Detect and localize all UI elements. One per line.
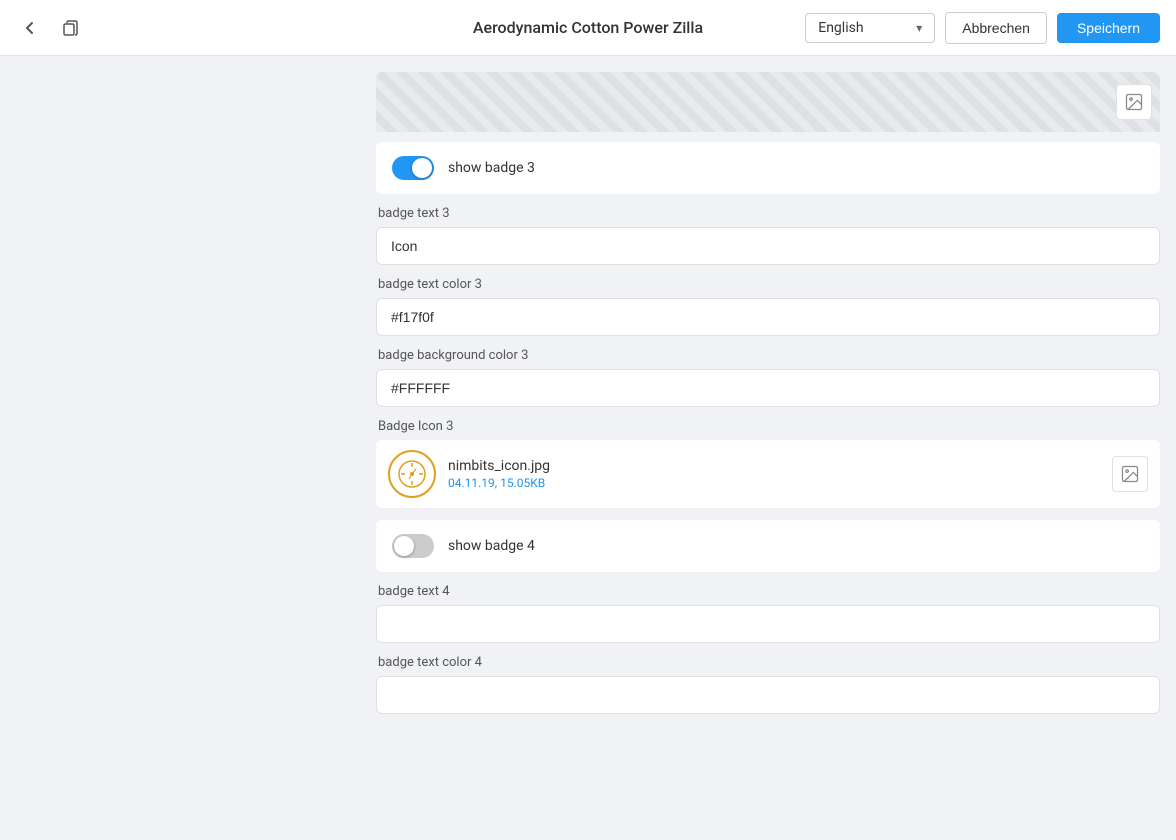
- language-selector[interactable]: English ▾: [805, 13, 935, 43]
- badge-text-color3-label: badge text color 3: [376, 277, 1160, 292]
- badge-icon3-filesize: 04.11.19, 15.05KB: [448, 476, 1112, 490]
- back-button[interactable]: [16, 14, 44, 42]
- toggle-knob-4: [394, 536, 414, 556]
- show-badge4-label: show badge 4: [448, 538, 535, 554]
- image-placeholder: [376, 72, 1160, 132]
- badge-text3-input[interactable]: [376, 227, 1160, 265]
- badge-text3-group: badge text 3: [376, 206, 1160, 265]
- badge-text4-input[interactable]: [376, 605, 1160, 643]
- sidebar: [0, 56, 360, 840]
- badge-text-color3-input[interactable]: [376, 298, 1160, 336]
- badge-text-color3-group: badge text color 3: [376, 277, 1160, 336]
- badge-icon3-upload-button[interactable]: [1112, 456, 1148, 492]
- chevron-down-icon: ▾: [916, 21, 922, 35]
- badge-text3-label: badge text 3: [376, 206, 1160, 221]
- show-badge4-toggle-row: show badge 4: [376, 520, 1160, 572]
- badge-text4-label: badge text 4: [376, 584, 1160, 599]
- navbar-right: English ▾ Abbrechen Speichern: [805, 12, 1160, 44]
- toggle-knob: [412, 158, 432, 178]
- badge-icon3-label: Badge Icon 3: [376, 419, 1160, 434]
- cancel-button[interactable]: Abbrechen: [945, 12, 1047, 44]
- show-badge4-toggle[interactable]: [392, 534, 434, 558]
- badge-icon3-file-info: nimbits_icon.jpg 04.11.19, 15.05KB: [448, 458, 1112, 490]
- badge-bg-color3-input[interactable]: [376, 369, 1160, 407]
- main-content: show badge 3 badge text 3 badge text col…: [360, 56, 1176, 840]
- badge-bg-color3-group: badge background color 3: [376, 348, 1160, 407]
- show-badge3-toggle-row: show badge 3: [376, 142, 1160, 194]
- duplicate-button[interactable]: [56, 14, 84, 42]
- badge-text-color4-group: badge text color 4: [376, 655, 1160, 714]
- badge-icon3-group: Badge Icon 3 nimbits_icon.jpg 04.11.19, …: [376, 419, 1160, 508]
- badge-text-color4-input[interactable]: [376, 676, 1160, 714]
- language-label: English: [818, 20, 863, 36]
- navbar-left: [16, 14, 84, 42]
- show-badge3-toggle[interactable]: [392, 156, 434, 180]
- badge-icon3-filename: nimbits_icon.jpg: [448, 458, 1112, 474]
- badge-bg-color3-label: badge background color 3: [376, 348, 1160, 363]
- badge-text-color4-label: badge text color 4: [376, 655, 1160, 670]
- page-title: Aerodynamic Cotton Power Zilla: [473, 18, 703, 37]
- show-badge3-label: show badge 3: [448, 160, 535, 176]
- badge-icon3-preview: [388, 450, 436, 498]
- image-upload-button[interactable]: [1116, 84, 1152, 120]
- badge-icon3-row: nimbits_icon.jpg 04.11.19, 15.05KB: [376, 440, 1160, 508]
- save-button[interactable]: Speichern: [1057, 13, 1160, 43]
- badge-text4-group: badge text 4: [376, 584, 1160, 643]
- navbar: Aerodynamic Cotton Power Zilla English ▾…: [0, 0, 1176, 56]
